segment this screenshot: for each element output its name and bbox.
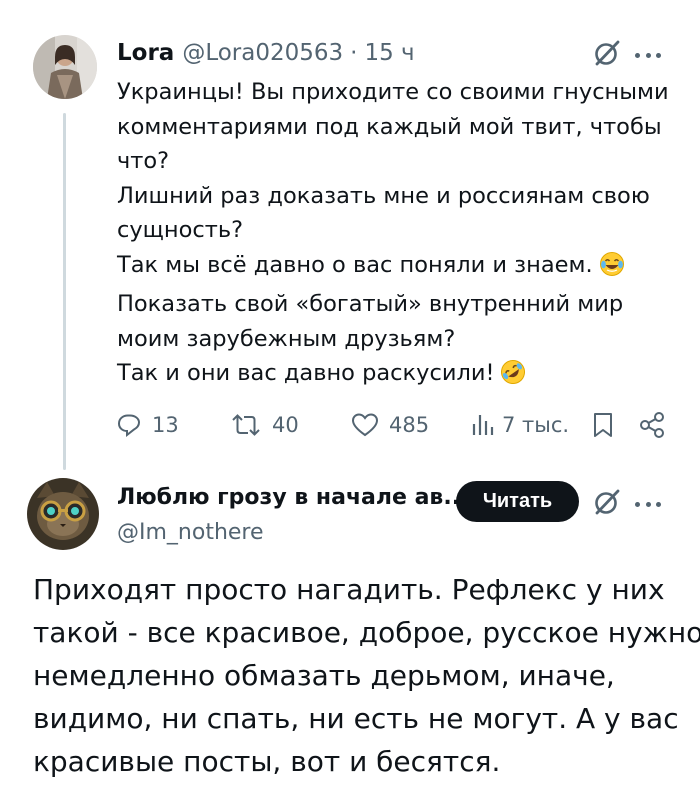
tweet-time[interactable]: 15 ч bbox=[364, 40, 414, 66]
tweet-line: сущность? bbox=[117, 217, 244, 243]
reply-button[interactable]: 13 bbox=[116, 405, 179, 445]
reply-author-avatar[interactable] bbox=[27, 478, 99, 550]
views-button[interactable]: 7 тыс. bbox=[470, 405, 569, 445]
tweet-line: комментариями под каждый мой твит, чтобы bbox=[117, 113, 662, 140]
reply-author-handle[interactable]: @Im_nothere bbox=[117, 516, 468, 550]
author-handle[interactable]: @Lora020563 bbox=[182, 40, 343, 66]
reply-line: такой - все красивое, доброе, русское ну… bbox=[33, 616, 700, 649]
views-icon bbox=[472, 415, 494, 435]
share-button[interactable] bbox=[637, 405, 667, 445]
lora-avatar[interactable] bbox=[33, 35, 97, 99]
separator-dot: · bbox=[350, 40, 358, 66]
reply-author-name[interactable]: Люблю грозу в начале ав... bbox=[117, 480, 468, 516]
more-icon[interactable] bbox=[633, 489, 663, 519]
like-count: 485 bbox=[389, 413, 430, 437]
tweet-line: моим зарубежным друзьям? bbox=[117, 325, 456, 352]
tweet-line: что? bbox=[117, 148, 170, 174]
like-button[interactable]: 485 bbox=[351, 405, 429, 445]
reply-line: немедленно обмазать дерьмом, иначе, bbox=[33, 659, 615, 692]
follow-button[interactable]: Читать bbox=[456, 481, 579, 522]
reply-line: видимо, ни спать, ни есть не могут. А у … bbox=[33, 702, 679, 735]
tweet-line: Так и они вас давно раскусили! bbox=[117, 360, 495, 386]
rolling-laughing-emoji bbox=[500, 359, 526, 396]
reply-line: Приходят просто нагадить. Рефлекс у них bbox=[33, 573, 665, 606]
author-name[interactable]: Lora bbox=[117, 40, 174, 66]
tweet-text: Украинцы! Вы приходите со своими гнусным… bbox=[117, 75, 677, 396]
share-icon bbox=[640, 412, 664, 438]
reply-line: красивые посты, вот и бесятся. bbox=[33, 745, 501, 778]
retweet-button[interactable]: 40 bbox=[230, 405, 299, 445]
reply-text: Приходят просто нагадить. Рефлекс у них … bbox=[33, 568, 700, 783]
like-icon bbox=[351, 413, 379, 437]
reply-header: Люблю грозу в начале ав... @Im_nothere bbox=[117, 480, 468, 550]
retweet-icon bbox=[232, 414, 260, 436]
grok-icon[interactable] bbox=[591, 37, 623, 69]
bookmark-icon bbox=[594, 413, 612, 437]
tweet-line: Показать свой «богатый» внутренний мир bbox=[117, 291, 624, 317]
grok-icon[interactable] bbox=[591, 486, 623, 518]
reply-icon bbox=[117, 414, 141, 438]
views-count: 7 тыс. bbox=[502, 413, 570, 437]
bookmark-button[interactable] bbox=[592, 405, 614, 445]
tweet-line: Украинцы! Вы приходите со своими гнусным… bbox=[117, 79, 669, 105]
tweet-line: Лишний раз доказать мне и россиянам свою bbox=[117, 182, 650, 209]
thread-connector-line bbox=[63, 113, 66, 470]
tweet-line: Так мы всё давно о вас поняли и знаем. bbox=[117, 251, 593, 278]
crying-laughing-emoji bbox=[599, 251, 625, 288]
more-icon[interactable] bbox=[633, 40, 663, 70]
tweet-header: Lora @Lora020563 · 15 ч bbox=[117, 36, 415, 70]
retweet-count: 40 bbox=[272, 413, 299, 437]
reply-count: 13 bbox=[152, 413, 179, 437]
